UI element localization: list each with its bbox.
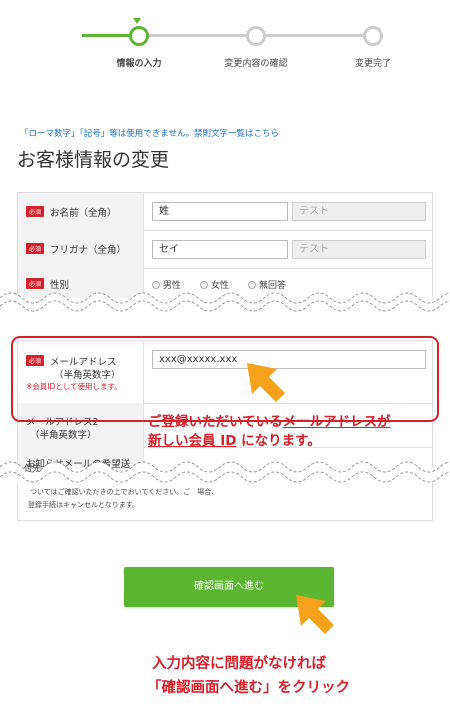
step-dot-complete (363, 26, 383, 46)
customer-form-bottom: ついてはご確認いただきの上でおいてください。ご 場合、 登録手続はキャンセルとな… (17, 483, 433, 521)
name-label: お名前（全角） (50, 208, 117, 219)
first-name-kana-input[interactable]: テスト (292, 240, 426, 259)
page-title: お客様情報の変更 (17, 149, 170, 171)
form-label-cell: 必須 お名前（全角） (18, 193, 144, 230)
newsletter-notice-line2: 登録手続はキャンセルとなります。 (28, 501, 140, 509)
step-dot-input (129, 26, 149, 46)
email2-sublabel: （半角英数字） (30, 430, 97, 441)
button-annotation-line1: 入力内容に問題がなければ (152, 656, 326, 672)
email-annotation-line2: 新しい会員 ID になります。 (148, 433, 321, 449)
kana-label: フリガナ（全角） (50, 245, 127, 256)
button-annotation-line2: 「確認画面へ進む」をクリック (147, 680, 350, 696)
newsletter-notice-line1: ついてはご確認いただきの上でおいてください。ご 場合、 (30, 488, 219, 496)
form-label-cell: 必須 フリガナ（全角） (18, 230, 144, 268)
forbidden-chars-notice-link[interactable]: 「ローマ数字」「記号」等は使用できません。禁則文字一覧はこちら (20, 127, 279, 139)
current-step-marker-icon (133, 18, 141, 24)
step-label-input: 情報の入力 (116, 59, 162, 69)
email-annotation-line1: ご登録いただいているメールアドレスが (148, 414, 391, 430)
required-badge: 必須 (26, 243, 45, 254)
last-name-kana-input[interactable]: セイ (152, 240, 288, 259)
first-name-input[interactable]: テスト (292, 202, 426, 221)
step-dot-confirm (246, 26, 266, 46)
step-label-confirm: 変更内容の確認 (224, 59, 288, 69)
newsletter-label-cont: 付先 (24, 464, 42, 474)
form-row-kana: 必須 フリガナ（全角） セイ テスト (18, 230, 432, 269)
arrow-to-button-icon (296, 595, 334, 634)
step-label-complete: 変更完了 (354, 59, 392, 69)
required-badge: 必須 (26, 206, 45, 217)
stepper-line-done (82, 34, 136, 37)
last-name-input[interactable]: 姓 (152, 202, 288, 221)
form-row-name: 必須 お名前（全角） 姓 テスト (18, 193, 432, 231)
page-cut-wave-top (0, 292, 450, 316)
arrow-to-email-icon (247, 363, 285, 402)
